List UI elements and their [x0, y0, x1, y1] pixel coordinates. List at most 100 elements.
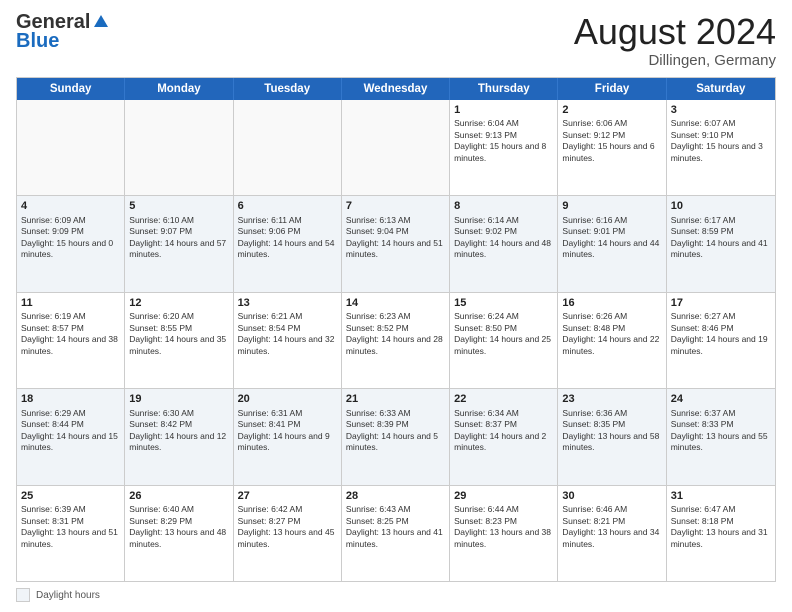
- day-number: 11: [21, 296, 120, 311]
- table-row: [17, 100, 125, 195]
- day-info: Sunset: 8:23 PM: [454, 516, 553, 527]
- header-friday: Friday: [558, 78, 666, 100]
- table-row: 15Sunrise: 6:24 AMSunset: 8:50 PMDayligh…: [450, 293, 558, 388]
- calendar-body: 1Sunrise: 6:04 AMSunset: 9:13 PMDaylight…: [17, 100, 775, 581]
- day-info: Daylight: 14 hours and 51 minutes.: [346, 238, 445, 261]
- day-info: Sunrise: 6:06 AM: [562, 118, 661, 129]
- day-number: 9: [562, 199, 661, 214]
- day-info: Sunset: 8:18 PM: [671, 516, 771, 527]
- table-row: 9Sunrise: 6:16 AMSunset: 9:01 PMDaylight…: [558, 196, 666, 291]
- day-info: Sunset: 8:21 PM: [562, 516, 661, 527]
- day-info: Daylight: 13 hours and 48 minutes.: [129, 527, 228, 550]
- table-row: 26Sunrise: 6:40 AMSunset: 8:29 PMDayligh…: [125, 486, 233, 581]
- day-info: Daylight: 13 hours and 55 minutes.: [671, 431, 771, 454]
- table-row: 11Sunrise: 6:19 AMSunset: 8:57 PMDayligh…: [17, 293, 125, 388]
- table-row: 31Sunrise: 6:47 AMSunset: 8:18 PMDayligh…: [667, 486, 775, 581]
- daylight-legend-box: [16, 588, 30, 602]
- table-row: 7Sunrise: 6:13 AMSunset: 9:04 PMDaylight…: [342, 196, 450, 291]
- header-wednesday: Wednesday: [342, 78, 450, 100]
- day-number: 3: [671, 103, 771, 118]
- table-row: 12Sunrise: 6:20 AMSunset: 8:55 PMDayligh…: [125, 293, 233, 388]
- day-info: Sunrise: 6:39 AM: [21, 504, 120, 515]
- day-info: Daylight: 13 hours and 45 minutes.: [238, 527, 337, 550]
- table-row: 21Sunrise: 6:33 AMSunset: 8:39 PMDayligh…: [342, 389, 450, 484]
- day-info: Sunset: 8:25 PM: [346, 516, 445, 527]
- day-info: Sunset: 9:10 PM: [671, 130, 771, 141]
- day-info: Sunset: 8:59 PM: [671, 226, 771, 237]
- table-row: 4Sunrise: 6:09 AMSunset: 9:09 PMDaylight…: [17, 196, 125, 291]
- day-info: Sunset: 8:46 PM: [671, 323, 771, 334]
- day-info: Sunrise: 6:42 AM: [238, 504, 337, 515]
- logo-blue-text: Blue: [16, 30, 59, 53]
- calendar: Sunday Monday Tuesday Wednesday Thursday…: [16, 77, 776, 582]
- day-info: Sunset: 8:48 PM: [562, 323, 661, 334]
- table-row: 17Sunrise: 6:27 AMSunset: 8:46 PMDayligh…: [667, 293, 775, 388]
- day-info: Sunrise: 6:30 AM: [129, 408, 228, 419]
- table-row: 18Sunrise: 6:29 AMSunset: 8:44 PMDayligh…: [17, 389, 125, 484]
- day-number: 21: [346, 392, 445, 407]
- day-info: Sunset: 8:31 PM: [21, 516, 120, 527]
- day-number: 12: [129, 296, 228, 311]
- day-info: Sunset: 8:57 PM: [21, 323, 120, 334]
- day-info: Sunrise: 6:36 AM: [562, 408, 661, 419]
- day-number: 13: [238, 296, 337, 311]
- table-row: [234, 100, 342, 195]
- table-row: 3Sunrise: 6:07 AMSunset: 9:10 PMDaylight…: [667, 100, 775, 195]
- day-number: 5: [129, 199, 228, 214]
- day-number: 26: [129, 489, 228, 504]
- day-info: Daylight: 14 hours and 5 minutes.: [346, 431, 445, 454]
- header-thursday: Thursday: [450, 78, 558, 100]
- table-row: [125, 100, 233, 195]
- day-info: Sunset: 8:37 PM: [454, 419, 553, 430]
- table-row: 24Sunrise: 6:37 AMSunset: 8:33 PMDayligh…: [667, 389, 775, 484]
- day-info: Daylight: 13 hours and 58 minutes.: [562, 431, 661, 454]
- table-row: 25Sunrise: 6:39 AMSunset: 8:31 PMDayligh…: [17, 486, 125, 581]
- calendar-row: 4Sunrise: 6:09 AMSunset: 9:09 PMDaylight…: [17, 195, 775, 291]
- day-info: Sunset: 9:01 PM: [562, 226, 661, 237]
- table-row: 1Sunrise: 6:04 AMSunset: 9:13 PMDaylight…: [450, 100, 558, 195]
- day-number: 4: [21, 199, 120, 214]
- table-row: 22Sunrise: 6:34 AMSunset: 8:37 PMDayligh…: [450, 389, 558, 484]
- day-info: Sunset: 8:44 PM: [21, 419, 120, 430]
- day-info: Sunrise: 6:19 AM: [21, 311, 120, 322]
- day-number: 29: [454, 489, 553, 504]
- table-row: 19Sunrise: 6:30 AMSunset: 8:42 PMDayligh…: [125, 389, 233, 484]
- calendar-row: 18Sunrise: 6:29 AMSunset: 8:44 PMDayligh…: [17, 388, 775, 484]
- day-number: 22: [454, 392, 553, 407]
- calendar-row: 1Sunrise: 6:04 AMSunset: 9:13 PMDaylight…: [17, 100, 775, 195]
- day-info: Daylight: 14 hours and 44 minutes.: [562, 238, 661, 261]
- day-info: Sunrise: 6:37 AM: [671, 408, 771, 419]
- table-row: 29Sunrise: 6:44 AMSunset: 8:23 PMDayligh…: [450, 486, 558, 581]
- day-number: 19: [129, 392, 228, 407]
- day-info: Daylight: 15 hours and 0 minutes.: [21, 238, 120, 261]
- day-info: Sunrise: 6:24 AM: [454, 311, 553, 322]
- day-info: Daylight: 14 hours and 2 minutes.: [454, 431, 553, 454]
- day-info: Daylight: 15 hours and 6 minutes.: [562, 141, 661, 164]
- day-number: 18: [21, 392, 120, 407]
- table-row: 8Sunrise: 6:14 AMSunset: 9:02 PMDaylight…: [450, 196, 558, 291]
- table-row: 28Sunrise: 6:43 AMSunset: 8:25 PMDayligh…: [342, 486, 450, 581]
- table-row: 27Sunrise: 6:42 AMSunset: 8:27 PMDayligh…: [234, 486, 342, 581]
- table-row: 2Sunrise: 6:06 AMSunset: 9:12 PMDaylight…: [558, 100, 666, 195]
- day-number: 8: [454, 199, 553, 214]
- day-info: Sunset: 8:35 PM: [562, 419, 661, 430]
- day-info: Daylight: 14 hours and 22 minutes.: [562, 334, 661, 357]
- header-saturday: Saturday: [667, 78, 775, 100]
- day-info: Sunset: 8:29 PM: [129, 516, 228, 527]
- day-info: Sunrise: 6:43 AM: [346, 504, 445, 515]
- day-info: Daylight: 14 hours and 19 minutes.: [671, 334, 771, 357]
- day-info: Sunset: 9:06 PM: [238, 226, 337, 237]
- logo-general-text: General: [16, 12, 90, 32]
- day-info: Sunrise: 6:47 AM: [671, 504, 771, 515]
- day-info: Daylight: 14 hours and 41 minutes.: [671, 238, 771, 261]
- day-info: Daylight: 13 hours and 38 minutes.: [454, 527, 553, 550]
- day-info: Daylight: 14 hours and 54 minutes.: [238, 238, 337, 261]
- day-info: Sunset: 9:13 PM: [454, 130, 553, 141]
- day-info: Sunset: 8:55 PM: [129, 323, 228, 334]
- day-info: Sunrise: 6:26 AM: [562, 311, 661, 322]
- day-info: Sunrise: 6:29 AM: [21, 408, 120, 419]
- day-info: Sunrise: 6:40 AM: [129, 504, 228, 515]
- day-info: Sunset: 9:07 PM: [129, 226, 228, 237]
- day-info: Daylight: 14 hours and 15 minutes.: [21, 431, 120, 454]
- day-number: 25: [21, 489, 120, 504]
